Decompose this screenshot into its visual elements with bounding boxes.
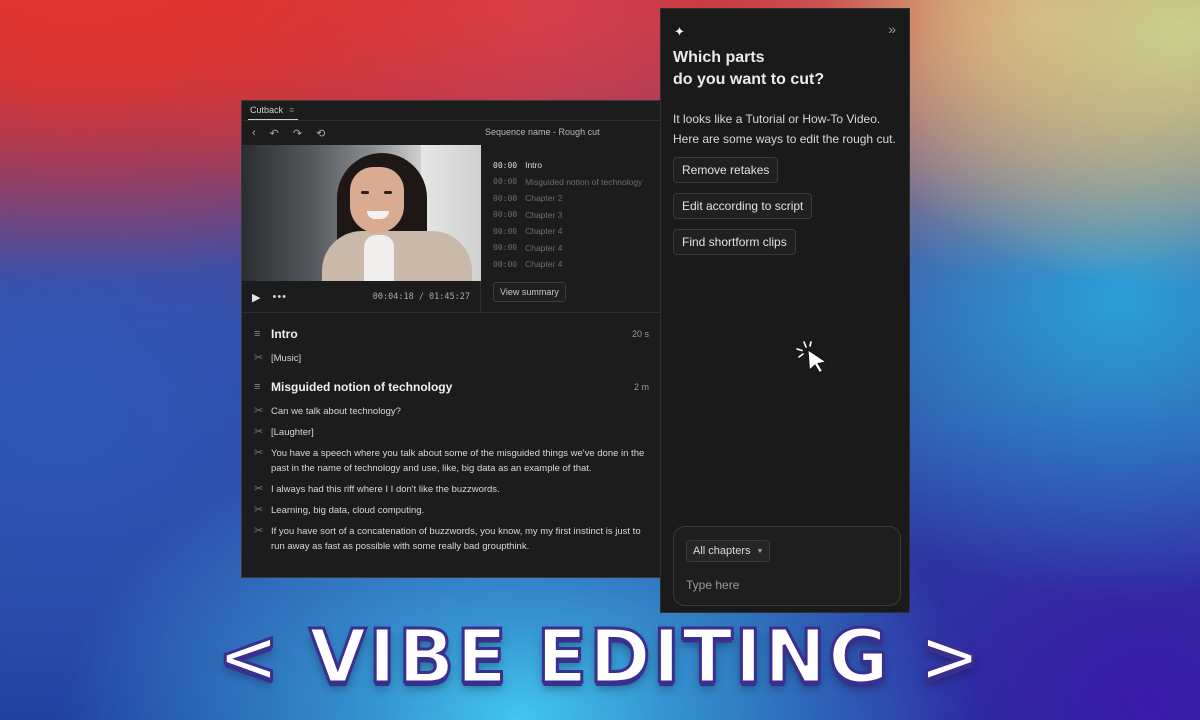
chapter-item[interactable]: 00:00 Misguided notion of technology: [493, 174, 658, 191]
question-line-2: do you want to cut?: [673, 71, 825, 88]
chapter-time: 00:00: [493, 243, 518, 253]
transcript-line[interactable]: ✂ You have a speech where you talk about…: [242, 446, 661, 476]
chapter-time: 00:00: [493, 177, 518, 187]
chapter-label: Chapter 4: [525, 242, 563, 253]
history-icon[interactable]: ⟲: [316, 127, 325, 140]
undo-icon[interactable]: ↶: [270, 127, 279, 140]
player-time: 00:04:18 / 01:45:27: [372, 292, 470, 302]
double-chevron-right-icon[interactable]: »: [888, 21, 896, 37]
more-icon[interactable]: •••: [272, 291, 287, 303]
editor-tabbar: Cutback ≡: [242, 101, 661, 121]
transcript-line[interactable]: ✂ If you have sort of a concatenation of…: [242, 524, 661, 554]
edit-according-to-script-button[interactable]: Edit according to script: [673, 193, 813, 219]
scissors-icon[interactable]: ✂: [254, 524, 271, 554]
scissors-icon[interactable]: ✂: [254, 482, 271, 497]
chevron-down-icon: ▼: [756, 547, 764, 555]
prompt-box: All chapters ▼: [673, 526, 901, 606]
transcript-text: Can we talk about technology?: [271, 406, 401, 417]
back-icon[interactable]: ‹: [252, 127, 256, 139]
scissors-icon[interactable]: ✂: [254, 351, 271, 366]
transcript-text: You have a speech where you talk about s…: [271, 448, 645, 474]
transcript-text: [Music]: [271, 353, 302, 364]
chapter-filter-label: All chapters: [693, 545, 751, 557]
section-title: Intro: [271, 327, 298, 341]
transcript-text: I always had this riff where I I don't l…: [271, 484, 500, 495]
scissors-icon[interactable]: ✂: [254, 404, 271, 419]
drag-handle-icon[interactable]: ≡: [254, 381, 271, 393]
redo-icon[interactable]: ↷: [293, 127, 302, 140]
video-shirt: [364, 235, 394, 281]
video-jacket: [322, 231, 472, 281]
section-duration: 20 s: [631, 329, 649, 339]
chapter-label: Chapter 4: [525, 259, 563, 270]
transcript-text: Learning, big data, cloud computing.: [271, 505, 425, 516]
chapter-item[interactable]: 00:00 Intro: [493, 157, 658, 174]
editor-window: Cutback ≡ ‹ ↶ ↷ ⟲ Sequence name - Rough …: [241, 100, 662, 578]
chapter-time: 00:00: [493, 160, 518, 170]
tab-label: Cutback: [250, 105, 284, 115]
chapter-label: Chapter 2: [525, 193, 563, 204]
chapter-time: 00:00: [493, 226, 518, 236]
panel-question: Which parts do you want to cut?: [673, 47, 824, 91]
sparkle-icon: ✦: [674, 24, 685, 39]
editor-toolbar: ‹ ↶ ↷ ⟲ Sequence name - Rough cut: [242, 121, 661, 145]
click-cursor-icon: [796, 341, 828, 374]
chapter-item[interactable]: 00:00 Chapter 4: [493, 240, 658, 257]
transcript-line[interactable]: ✂ [Laughter]: [242, 425, 661, 440]
video-eye-right: [384, 191, 392, 194]
find-shortform-clips-button[interactable]: Find shortform clips: [673, 229, 796, 255]
transcript-text: [Laughter]: [271, 427, 314, 438]
video-preview[interactable]: [242, 145, 481, 281]
banner-title: < VIBE EDITING >: [216, 613, 983, 702]
section-duration: 2 m: [633, 382, 649, 392]
remove-retakes-button[interactable]: Remove retakes: [673, 157, 779, 183]
player-controls: ▶ ••• 00:04:18 / 01:45:27: [242, 281, 481, 313]
chapter-label: Intro: [525, 160, 543, 171]
chapter-label: Chapter 4: [525, 226, 563, 237]
transcript-line[interactable]: ✂ Can we talk about technology?: [242, 404, 661, 419]
transcript-text: If you have sort of a concatenation of b…: [271, 526, 641, 552]
panel-intro: It looks like a Tutorial or How-To Video…: [673, 112, 896, 146]
question-line-1: Which parts: [673, 49, 765, 66]
scissors-icon[interactable]: ✂: [254, 503, 271, 518]
chapter-time: 00:00: [493, 193, 518, 203]
chapter-item[interactable]: 00:00 Chapter 3: [493, 207, 658, 224]
transcript-line[interactable]: ✂ Learning, big data, cloud computing.: [242, 503, 661, 518]
editor-top: ▶ ••• 00:04:18 / 01:45:27 00:00 Intro 00…: [242, 145, 661, 313]
section-header[interactable]: ≡ Misguided notion of technology 2 m: [242, 376, 661, 398]
chapter-time: 00:00: [493, 259, 518, 269]
scissors-icon[interactable]: ✂: [254, 425, 271, 440]
transcript-line[interactable]: ✂ I always had this riff where I I don't…: [242, 482, 661, 497]
chapter-label: Misguided notion of technology: [525, 176, 643, 187]
sequence-name: Sequence name - Rough cut: [485, 127, 600, 137]
drag-handle-icon[interactable]: ≡: [254, 328, 271, 340]
chapter-item[interactable]: 00:00 Chapter 4: [493, 256, 658, 273]
view-summary-button[interactable]: View summary: [493, 282, 566, 302]
play-icon[interactable]: ▶: [252, 291, 260, 304]
video-eye-left: [361, 191, 369, 194]
ai-panel: ✦ » Which parts do you want to cut? It l…: [660, 8, 910, 613]
scissors-icon[interactable]: ✂: [254, 446, 271, 476]
chapter-item[interactable]: 00:00 Chapter 4: [493, 223, 658, 240]
section-header[interactable]: ≡ Intro 20 s: [242, 323, 661, 345]
tab-cutback[interactable]: Cutback ≡: [248, 105, 299, 120]
chapter-time: 00:00: [493, 210, 518, 220]
chapter-filter-dropdown[interactable]: All chapters ▼: [686, 540, 771, 562]
chapter-list: 00:00 Intro 00:00 Misguided notion of te…: [493, 157, 658, 273]
prompt-input[interactable]: [686, 575, 886, 595]
chapter-item[interactable]: 00:00 Chapter 2: [493, 190, 658, 207]
tab-menu-icon[interactable]: ≡: [289, 105, 294, 115]
chapter-label: Chapter 3: [525, 209, 563, 220]
video-face: [350, 167, 404, 233]
transcript-line[interactable]: ✂ [Music]: [242, 351, 661, 366]
transcript: ≡ Intro 20 s ✂ [Music] ≡ Misguided notio…: [242, 323, 661, 554]
section-title: Misguided notion of technology: [271, 380, 453, 394]
